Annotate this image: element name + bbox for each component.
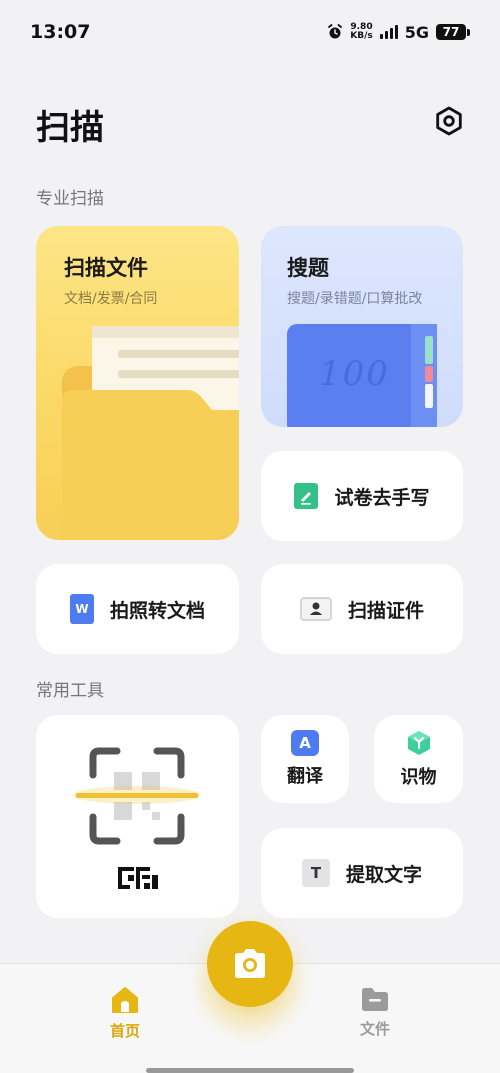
home-indicator: [146, 1068, 354, 1073]
signal-icon: [379, 25, 398, 39]
camera-button[interactable]: [207, 921, 293, 1007]
notebook-score-text: 100: [319, 354, 390, 394]
qr-scan-icon: [73, 747, 201, 889]
home-icon: [112, 987, 138, 1013]
status-time: 13:07: [30, 21, 91, 43]
id-card-icon: [300, 597, 332, 621]
identify-object-card[interactable]: 识物: [374, 715, 463, 803]
search-question-card[interactable]: 搜题 搜题/录错题/口算批改 100: [261, 226, 463, 427]
translate-card[interactable]: A 翻译: [261, 715, 349, 803]
photo-to-doc-card[interactable]: W 拍照转文档: [36, 564, 239, 654]
text-extract-icon: T: [301, 859, 330, 887]
tab-files-label: 文件: [359, 1020, 390, 1038]
extract-text-label: 提取文字: [345, 863, 422, 886]
settings-icon: [436, 106, 462, 136]
notebook-icon: [287, 324, 437, 427]
extract-text-card[interactable]: T 提取文字: [261, 828, 463, 918]
network-type: 5G: [404, 22, 429, 42]
page-title: 扫描: [36, 108, 104, 148]
photo-doc-label: 拍照转文档: [109, 599, 205, 622]
translate-label: 翻译: [287, 766, 323, 787]
tab-files[interactable]: 文件: [335, 986, 415, 1039]
translate-icon: A: [291, 730, 319, 756]
tab-home[interactable]: 首页: [85, 986, 165, 1041]
settings-button[interactable]: [432, 104, 466, 138]
exam-remove-handwriting-card[interactable]: 试卷去手写: [261, 451, 463, 541]
pen-edit-icon: [294, 483, 319, 509]
alarm-icon: [328, 24, 343, 39]
scan-file-card[interactable]: 扫描文件 文档/发票/合同: [36, 226, 239, 540]
camera-icon: [235, 949, 265, 978]
battery-icon: 77: [436, 24, 470, 40]
word-doc-icon: W: [69, 594, 94, 624]
section-label-pro: 专业扫描: [36, 189, 104, 209]
scan-id-label: 扫描证件: [347, 599, 424, 622]
status-bar: 13:07 9.80 KB/s 5G 77: [0, 0, 500, 64]
folder-tab-icon: [362, 988, 388, 1011]
text-extract-icon-letter: T: [310, 864, 322, 882]
folder-icon: [62, 326, 239, 540]
scan-id-card[interactable]: 扫描证件: [261, 564, 463, 654]
status-indicators: 9.80 KB/s 5G 77: [327, 23, 470, 42]
translate-icon-letter: A: [299, 734, 311, 752]
tab-home-label: 首页: [109, 1022, 140, 1040]
cube-icon: [407, 731, 430, 755]
qr-scan-card[interactable]: [36, 715, 239, 918]
word-doc-icon-letter: W: [75, 602, 89, 616]
identify-label: 识物: [400, 767, 437, 788]
net-speed: 9.80 KB/s: [350, 23, 372, 41]
net-speed-unit: KB/s: [350, 31, 373, 41]
exam-label: 试卷去手写: [334, 486, 430, 509]
section-label-tools: 常用工具: [36, 681, 104, 701]
battery-level: 77: [436, 24, 466, 40]
